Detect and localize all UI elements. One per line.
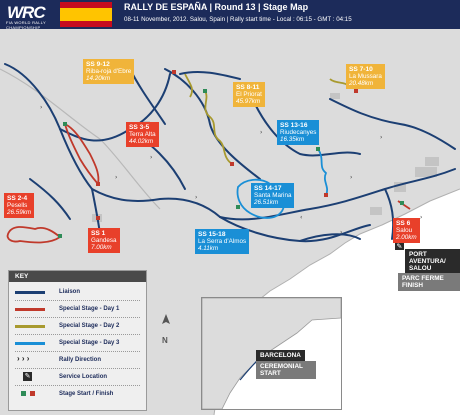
svg-text:›: › — [40, 104, 42, 111]
spain-flag-icon — [60, 2, 112, 27]
svg-text:✎: ✎ — [397, 243, 403, 251]
stage-label-ss1316: SS 13-16 Riudecanyes 16.35km — [277, 120, 320, 145]
svg-text:›: › — [350, 174, 352, 181]
stage-label-ss1417: SS 14-17 Santa Marina 26.51km — [251, 183, 295, 208]
ceremonial-start-label: CEREMONIAL START — [256, 361, 316, 379]
stage-label-ss811: SS 8-11 El Priorat 45.97km — [233, 82, 265, 107]
svg-text:›: › — [260, 129, 262, 136]
barcelona-inset-map: BARCELONA CEREMONIAL START — [201, 297, 342, 410]
page-subtitle: 08-11 November, 2012. Salou, Spain | Ral… — [124, 16, 352, 23]
liaison-line-icon — [15, 291, 45, 294]
key-item-direction: › › › Rally Direction — [17, 354, 102, 363]
stage-map-page: WRC FIA WORLD RALLY CHAMPIONSHIP RALLY D… — [0, 0, 460, 415]
stage-label-ss35: SS 3-5 Terra Alta 44.02km — [126, 122, 159, 147]
svg-text:›: › — [150, 154, 152, 161]
chevron-arrows-icon: › › › — [17, 354, 30, 363]
port-aventura-label: PORT AVENTURA/ SALOU — [405, 249, 460, 274]
key-item-day1: Special Stage - Day 1 — [15, 304, 143, 314]
day3-line-icon — [15, 342, 45, 345]
key-item-day3: Special Stage - Day 3 — [15, 338, 143, 348]
day1-line-icon — [15, 308, 45, 311]
header-bar: WRC FIA WORLD RALLY CHAMPIONSHIP RALLY D… — [0, 0, 460, 30]
stage-label-ss1: SS 1 Gandesa 7.00km — [88, 228, 120, 253]
parc-ferme-label: PARC FERME FINISH — [398, 273, 460, 291]
svg-text:›: › — [340, 229, 342, 236]
wrench-icon: ✎ — [23, 372, 32, 381]
barcelona-label: BARCELONA — [256, 350, 305, 361]
key-item-liaison: Liaison — [15, 287, 143, 297]
key-item-start-finish: Stage Start / Finish — [15, 389, 143, 399]
wrc-logo: WRC FIA WORLD RALLY CHAMPIONSHIP — [4, 3, 54, 30]
svg-text:›: › — [195, 194, 197, 201]
stage-label-ss1518: SS 15-18 La Serra d'Almos 4.11km — [195, 229, 250, 254]
svg-text:›: › — [420, 214, 422, 221]
stage-label-ss710: SS 7-10 La Mussara 20.48km — [346, 64, 385, 89]
stage-label-ss24: SS 2-4 Pesells 26.59km — [4, 193, 35, 218]
page-title: RALLY DE ESPAÑA | Round 13 | Stage Map — [124, 2, 309, 12]
svg-text:‹: ‹ — [300, 214, 302, 221]
key-title: KEY — [9, 271, 146, 282]
key-item-day2: Special Stage - Day 2 — [15, 321, 143, 331]
day2-line-icon — [15, 325, 45, 328]
north-arrow-icon: N — [160, 314, 172, 345]
svg-text:›: › — [115, 174, 117, 181]
stage-label-ss6: SS 6 Salou 2.00km — [393, 218, 420, 243]
start-square-icon — [21, 391, 26, 396]
map-key: KEY Liaison Special Stage - Day 1 Specia… — [8, 270, 147, 411]
finish-square-icon — [30, 391, 35, 396]
key-item-service: ✎ Service Location — [23, 372, 108, 381]
stage-label-ss912: SS 9-12 Riba-roja d'Ebre 14.20km — [83, 59, 135, 84]
svg-text:›: › — [380, 134, 382, 141]
